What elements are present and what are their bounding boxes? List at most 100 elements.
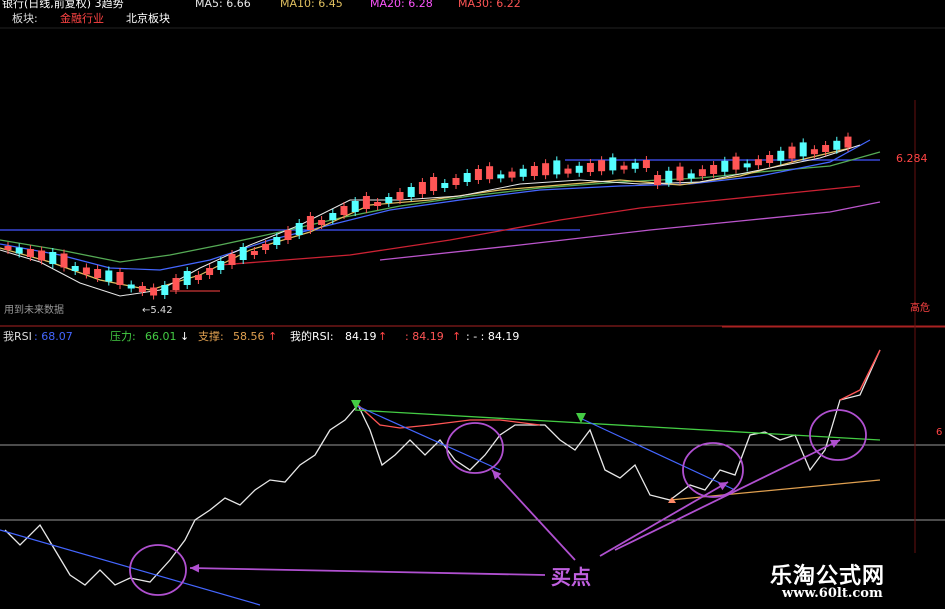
rsi-tail-segment (839, 349, 881, 401)
ma20-readout: MA20: 6.28 (370, 0, 433, 10)
candlestick (631, 162, 639, 169)
extra-rsi-1: : 84.19 (405, 330, 444, 343)
buy-point-annotation: 买点 (551, 565, 591, 589)
ma10-readout: MA10: 6.45 (280, 0, 343, 10)
candlestick (710, 165, 718, 174)
candlestick (721, 160, 729, 172)
candlestick (49, 252, 57, 264)
my-rsi-label: 我的RSI: (290, 330, 334, 343)
buy-point-arrow (491, 469, 576, 561)
candlestick (217, 261, 225, 270)
buy-point-circle (809, 409, 867, 461)
candlestick (777, 150, 785, 161)
candlestick (564, 168, 572, 174)
support-value: 58.56 (233, 330, 265, 343)
candlestick (519, 168, 527, 177)
candlestick (105, 270, 113, 282)
extra-rsi-2: : - : 84.19 (466, 330, 520, 343)
candlestick (508, 171, 516, 178)
candlestick (228, 254, 236, 265)
candlestick (452, 178, 460, 185)
stock-title: 银行(日线,前复权) 3趋势 (2, 0, 124, 10)
rsi-label: 我RSI (3, 330, 32, 343)
candlestick (306, 216, 314, 230)
ma5-line (0, 144, 861, 297)
candlestick (150, 287, 158, 296)
candlestick (38, 250, 46, 261)
buy-point-arrow (189, 567, 546, 576)
candlestick (833, 140, 841, 150)
candlestick (396, 192, 404, 200)
candlestick (362, 196, 370, 209)
candlestick (553, 160, 561, 175)
candlestick (598, 160, 606, 172)
candlestick (743, 163, 751, 168)
candlestick (497, 174, 505, 179)
candlestick (530, 166, 538, 176)
ma5-readout: MA5: 6.66 (195, 0, 251, 10)
candlestick (262, 244, 270, 250)
sector-tag-finance[interactable]: 金融行业 (60, 12, 104, 26)
candlestick (430, 177, 438, 191)
candlestick (138, 286, 146, 292)
candlestick (273, 237, 281, 245)
candlestick (474, 169, 482, 180)
candlestick (340, 206, 348, 215)
candlestick (676, 166, 684, 181)
candlestick (754, 159, 762, 166)
my-rsi-value: 84.19 (345, 330, 377, 343)
support-label: 支撑: (198, 330, 224, 343)
candlestick (575, 165, 583, 173)
chart-window[interactable]: 银行(日线,前复权) 3趋势 MA5: 6.66 MA10: 6.45 MA20… (0, 0, 945, 609)
candlestick (94, 269, 102, 278)
rsi-line (4, 349, 881, 586)
candlestick (26, 249, 34, 257)
low-price-label: ←5.42 (142, 305, 173, 316)
candlestick (441, 183, 449, 188)
candlestick (183, 271, 191, 285)
candlestick (788, 146, 796, 159)
candlestick (732, 156, 740, 170)
right-price-label: 6.284 (896, 152, 928, 165)
slow-ma-line (379, 201, 881, 261)
candlestick (654, 175, 662, 185)
candlestick (194, 275, 202, 280)
candlestick (161, 285, 169, 295)
future-data-note: 用到未来数据 (4, 305, 64, 316)
ma30-line (0, 151, 881, 263)
ma30-readout: MA30: 6.22 (458, 0, 521, 10)
candlestick (239, 247, 247, 260)
buy-point-arrow (614, 439, 841, 551)
support-arrow: ↑ (268, 330, 278, 343)
peak-marker-2 (576, 413, 586, 423)
pressure-arrow: ↓ (180, 330, 190, 343)
candlestick (71, 266, 79, 271)
candlestick (609, 157, 617, 171)
rsi-upper-segment (357, 404, 541, 429)
candlestick (463, 173, 471, 182)
candlestick (822, 145, 830, 152)
my-rsi-arrow: ↑ (378, 330, 388, 343)
candlestick (250, 251, 258, 255)
candlestick (318, 220, 326, 225)
rsi-value: : 68.07 (34, 330, 73, 343)
candlestick (418, 182, 426, 194)
candlestick (542, 163, 550, 176)
candlestick (15, 247, 23, 254)
rsi-right-edge: 6 (936, 427, 943, 438)
candlestick (810, 149, 818, 155)
candlestick (665, 170, 673, 183)
candlestick (799, 142, 807, 157)
candlestick (642, 160, 650, 168)
sector-label: 板块: (12, 12, 38, 25)
candlestick (486, 166, 494, 180)
candlestick (687, 173, 695, 179)
sector-tag-beijing[interactable]: 北京板块 (126, 12, 170, 26)
buy-point-arrow (599, 481, 729, 557)
candlestick (172, 278, 180, 290)
watermark-url: www.60lt.com (782, 586, 883, 601)
candlestick (351, 201, 359, 212)
pressure-value: 66.01 (145, 330, 177, 343)
candlestick (329, 213, 337, 220)
candlestick (844, 136, 852, 148)
